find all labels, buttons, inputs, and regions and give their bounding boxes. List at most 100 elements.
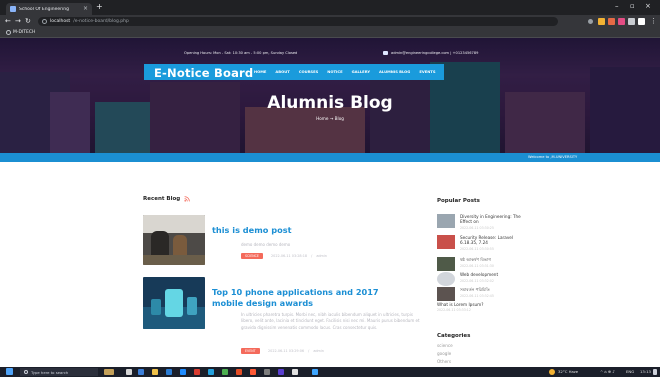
breadcrumb-current: Blog <box>334 116 344 121</box>
taskbar-search-input[interactable]: Type here to search <box>20 368 98 376</box>
search-icon <box>24 370 28 374</box>
taskbar-app-icon[interactable] <box>138 369 144 375</box>
language-indicator[interactable]: ENG <box>626 369 634 374</box>
meta-separator: / <box>308 349 310 353</box>
taskbar-app-icon-4[interactable] <box>250 369 256 375</box>
site-info-icon[interactable] <box>42 19 47 24</box>
popular-post-date: 2022-06-11 03:30:55 <box>460 247 494 251</box>
close-window-icon[interactable]: × <box>645 2 651 10</box>
nav-courses[interactable]: COURSES <box>299 70 319 74</box>
taskbar-app-icon-6[interactable] <box>278 369 284 375</box>
key-icon[interactable] <box>588 19 593 24</box>
brand-logo[interactable]: E-Notice Board <box>154 66 253 80</box>
category-link[interactable]: google <box>437 351 451 356</box>
notification-icon[interactable] <box>653 369 657 375</box>
tray-icons[interactable]: ^ ⌂ ⊕ ♪ <box>600 369 615 374</box>
rss-icon[interactable] <box>184 196 190 202</box>
store-icon[interactable] <box>166 369 172 375</box>
popular-post-title[interactable]: সমাবর্তন পরিচিতি <box>460 287 530 292</box>
category-badge[interactable]: SCIENCE <box>241 253 263 259</box>
breadcrumb-arrow-icon: → <box>329 116 334 121</box>
nav-home[interactable]: HOME <box>254 70 266 74</box>
browser-menu-icon[interactable]: ⋮ <box>650 17 657 25</box>
globe-icon <box>6 30 11 35</box>
clock[interactable]: 13:13 <box>640 369 651 374</box>
vscode-icon[interactable] <box>208 369 214 375</box>
contact-email[interactable]: admin@engineeringcollege.com | +01234567… <box>391 51 478 55</box>
tab-title: School Of Engineering <box>19 6 69 12</box>
breadcrumb: Home → Blog <box>0 116 660 121</box>
weather-icon[interactable] <box>549 369 555 375</box>
bookmark-label: M-DITECH <box>13 30 36 35</box>
popular-post-date: 2022-06-11 03:33:12 <box>437 308 471 312</box>
category-link[interactable]: Others <box>437 359 451 364</box>
popular-post-title[interactable]: Diversity in Engineering: The Effect on <box>460 214 530 225</box>
nav-gallery[interactable]: GALLERY <box>352 70 370 74</box>
taskbar-app-icon-7[interactable] <box>292 369 298 375</box>
back-icon[interactable]: ← <box>5 17 11 25</box>
browser-tab-strip: School Of Engineering × + – ▫ × <box>0 0 660 15</box>
main-menu: HOME ABOUT COURSES NOTICE GALLERY ALUMNI… <box>254 70 435 74</box>
post-meta: 2022-06-11 03:29:06 / admin <box>268 349 324 353</box>
taskbar-app-icon-2[interactable] <box>194 369 200 375</box>
post-thumbnail[interactable] <box>143 215 205 265</box>
post-title[interactable]: this is demo post <box>212 225 292 235</box>
post-title[interactable]: Top 10 phone applications and 2017 mobil… <box>212 287 402 308</box>
weather-text[interactable]: 32°C Haze <box>558 369 578 374</box>
popular-post-thumbnail <box>437 235 455 249</box>
popular-post-title[interactable]: ষষ্ঠ আকর্ষণ বিভাগ <box>460 257 530 262</box>
post-author[interactable]: admin <box>316 254 327 258</box>
browser-tab[interactable]: School Of Engineering × <box>6 3 92 15</box>
popular-post-title[interactable]: Security Release: Laravel 6.18.35, 7.24 <box>460 235 530 246</box>
recent-blog-heading: Recent Blog <box>143 196 181 202</box>
category-link[interactable]: science <box>437 343 453 348</box>
address-bar[interactable]: localhost /e-notice-board/blog.php <box>38 17 558 26</box>
extension-icon[interactable] <box>608 18 615 25</box>
popular-post-title[interactable]: Web development <box>460 272 530 277</box>
windows-start-icon[interactable] <box>6 368 13 375</box>
bookmarks-bar: M-DITECH <box>0 28 660 38</box>
extension-icon-2[interactable] <box>618 18 625 25</box>
windows-taskbar: Type here to search 32°C Haze ^ ⌂ ⊕ ♪ EN… <box>0 367 660 377</box>
popular-post-title[interactable]: What is Lorem Ipsum? <box>437 302 507 307</box>
welcome-text: Welcome to ,M-UNIVERSITY <box>528 155 578 159</box>
post-excerpt: demo demo demo demo <box>241 242 291 247</box>
taskbar-app-icon-3[interactable] <box>236 369 242 375</box>
tab-close-icon[interactable]: × <box>83 6 88 12</box>
taskbar-app-icon-5[interactable] <box>264 369 270 375</box>
breadcrumb-home[interactable]: Home <box>316 116 328 121</box>
popular-post-thumbnail <box>437 214 455 228</box>
popular-post-date: 2022-06-11 03:30:25 <box>460 226 494 230</box>
reload-icon[interactable]: ↻ <box>25 17 31 25</box>
star-icon[interactable] <box>598 18 605 25</box>
new-tab-icon[interactable]: + <box>96 3 103 11</box>
post-author[interactable]: admin <box>313 349 324 353</box>
maximize-icon[interactable]: ▫ <box>630 2 635 10</box>
post-thumbnail[interactable] <box>143 277 205 329</box>
chrome-icon[interactable] <box>222 369 228 375</box>
profile-icon[interactable] <box>638 18 645 25</box>
category-badge[interactable]: EVENT <box>241 348 260 354</box>
nav-events[interactable]: EVENTS <box>419 70 435 74</box>
post-date: 2022-06-11 03:29:06 <box>268 349 305 353</box>
post-excerpt: In ultricies pharetra turpis. Morbi nec,… <box>241 312 420 330</box>
nav-notice[interactable]: NOTICE <box>327 70 342 74</box>
popular-post-date: 2022-06-11 03:32:02 <box>460 279 494 283</box>
forward-icon[interactable]: → <box>15 17 21 25</box>
puzzle-icon[interactable] <box>628 18 635 25</box>
taskbar-widget-icon[interactable] <box>104 369 114 375</box>
minimize-icon[interactable]: – <box>615 2 619 10</box>
taskbar-app-icon-8[interactable] <box>312 369 318 375</box>
file-explorer-icon[interactable] <box>152 369 158 375</box>
post-meta: 2022-06-11 03:28:18 / admin <box>271 254 327 258</box>
nav-about[interactable]: ABOUT <box>275 70 289 74</box>
task-view-icon[interactable] <box>126 369 132 375</box>
bookmark-item[interactable]: M-DITECH <box>6 30 35 35</box>
popular-post-date: 2022-06-11 03:31:30 <box>460 264 494 268</box>
page-title: Alumnis Blog <box>267 93 393 113</box>
edge-icon[interactable] <box>180 369 186 375</box>
main-navbar: E-Notice Board HOME ABOUT COURSES NOTICE… <box>144 64 444 80</box>
popular-post-thumbnail <box>437 257 455 271</box>
search-placeholder: Type here to search <box>31 369 69 375</box>
nav-alumnis-blog[interactable]: ALUMNIS BLOG <box>379 70 410 74</box>
